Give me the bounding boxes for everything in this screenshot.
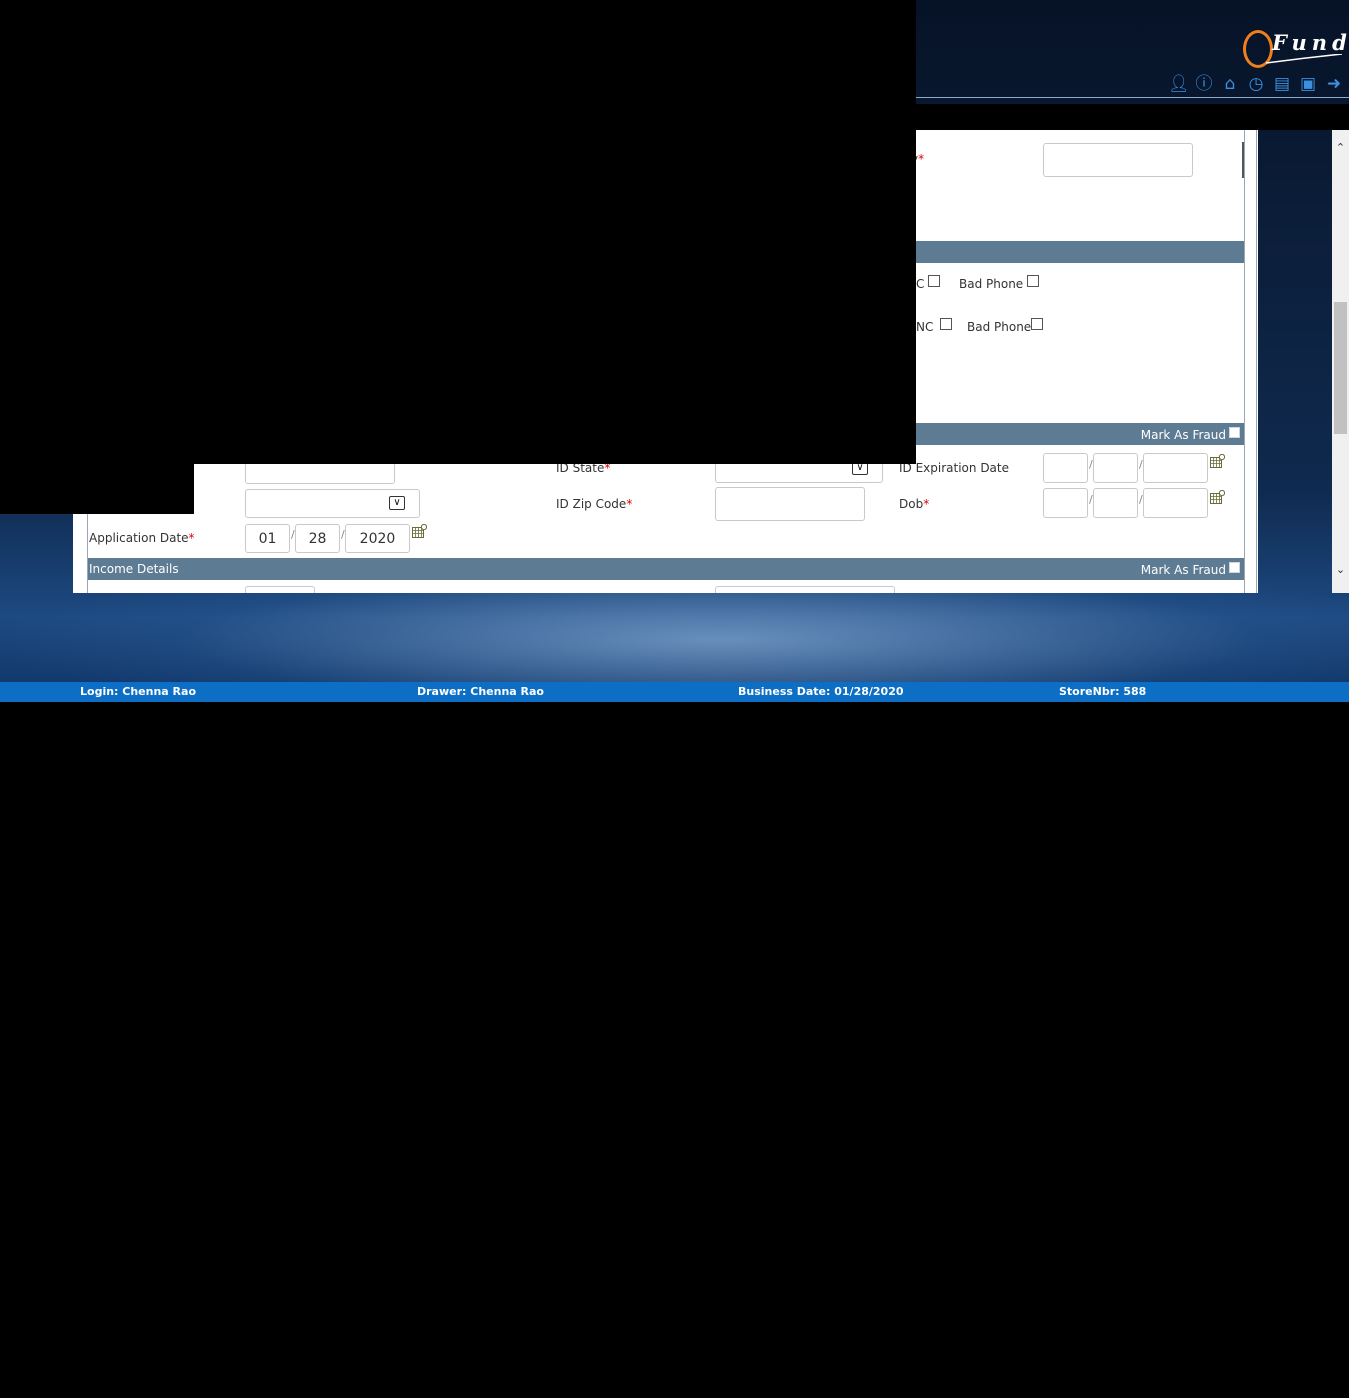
home-icon[interactable]: ⌂ [1220, 73, 1240, 95]
income-section-header: Income Details Mark As Fraud [88, 558, 1244, 580]
mark-as-fraud-label-income: Mark As Fraud [1140, 563, 1226, 577]
calendar-icon[interactable] [412, 524, 427, 538]
application-day-input[interactable]: 28 [295, 524, 340, 553]
logo-swoosh-icon [1265, 54, 1343, 64]
panel-border-outer [1256, 130, 1257, 593]
dob-year-input[interactable] [1143, 488, 1208, 518]
login-status: Login: Chenna Rao [80, 685, 196, 698]
redaction-strip [916, 104, 1349, 130]
user-icon[interactable]: 👤︎ [1168, 73, 1190, 95]
scrollbar-thumb[interactable] [1334, 302, 1347, 434]
info-icon[interactable]: ⓘ [1194, 73, 1214, 95]
dob-label: Dob* [899, 497, 930, 511]
redaction-block [0, 464, 194, 514]
application-year-input[interactable]: 2020 [345, 524, 410, 553]
status-bar: Login: Chenna Rao Drawer: Chenna Rao Bus… [0, 682, 1349, 702]
dnc-label-2: NC [916, 320, 934, 334]
scroll-down-icon[interactable]: ⌄ [1334, 563, 1347, 577]
qfund-logo: Fund [1240, 28, 1349, 72]
mark-as-fraud-checkbox-income[interactable] [1229, 562, 1240, 573]
bad-phone-label-2: Bad Phone [967, 320, 1032, 334]
calendar-icon[interactable] [1210, 490, 1225, 504]
header-toolbar: 👤︎ ⓘ ⌂ ◷ ▤ ▣ ➜ [1168, 73, 1344, 95]
dnc-checkbox-2[interactable] [940, 318, 952, 330]
income-details-title: Income Details [89, 562, 179, 576]
dnc-checkbox-1[interactable] [928, 275, 940, 287]
business-date-status: Business Date: 01/28/2020 [738, 685, 904, 698]
chevron-down-icon[interactable]: ∨ [389, 496, 405, 510]
lock-icon[interactable]: ▣ [1298, 73, 1318, 95]
id-zip-label: ID Zip Code* [556, 497, 633, 511]
drawer-status: Drawer: Chenna Rao [417, 685, 544, 698]
bad-phone-checkbox-1[interactable] [1027, 275, 1039, 287]
store-number-status: StoreNbr: 588 [1059, 685, 1147, 698]
id-zip-input[interactable] [715, 487, 865, 521]
list-icon[interactable]: ▤ [1272, 73, 1292, 95]
clock-icon[interactable]: ◷ [1246, 73, 1266, 95]
mark-as-fraud-checkbox-id[interactable] [1229, 427, 1240, 438]
field-edge [1242, 142, 1244, 178]
dnc-label-1: C [916, 277, 925, 291]
id-expiration-year-input[interactable] [1143, 453, 1208, 483]
dob-month-input[interactable] [1043, 488, 1088, 518]
panel-border-right [1244, 130, 1245, 593]
dob-day-input[interactable] [1093, 488, 1138, 518]
partial-field-input[interactable] [1043, 143, 1193, 177]
bad-phone-checkbox-2[interactable] [1031, 318, 1043, 330]
scroll-up-icon[interactable]: ⌃ [1334, 141, 1347, 155]
application-date-label: Application Date* [89, 531, 195, 545]
id-expiration-day-input[interactable] [1093, 453, 1138, 483]
vertical-scrollbar[interactable]: ⌃ ⌄ [1332, 130, 1349, 593]
income-field-input[interactable] [245, 586, 315, 593]
income-field-input-2[interactable] [715, 586, 895, 593]
logo-wordmark: Fund [1272, 30, 1349, 55]
header-divider [916, 97, 1349, 98]
id-expiration-month-input[interactable] [1043, 453, 1088, 483]
bad-phone-label-1: Bad Phone [959, 277, 1024, 291]
redaction-block [0, 0, 916, 464]
logout-icon[interactable]: ➜ [1324, 73, 1344, 95]
application-month-input[interactable]: 01 [245, 524, 290, 553]
mark-as-fraud-label-id: Mark As Fraud [1140, 428, 1226, 442]
calendar-icon[interactable] [1210, 454, 1225, 468]
